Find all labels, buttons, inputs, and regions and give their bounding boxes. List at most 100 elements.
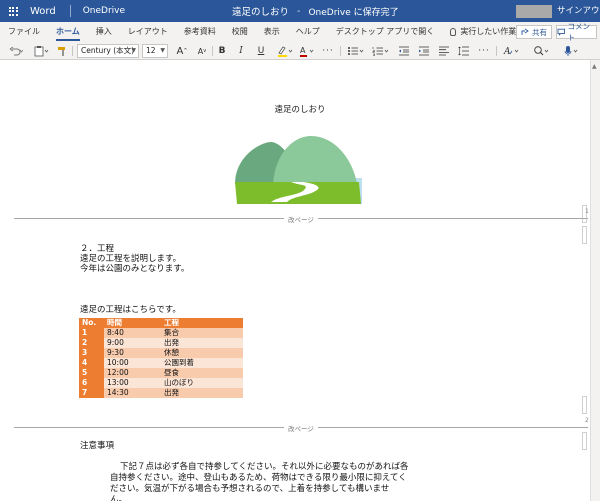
font-color-icon: A [300,46,314,57]
share-button[interactable]: 共有 [516,25,552,39]
status-dash: - [297,5,301,17]
onedrive-link[interactable]: OneDrive [83,6,125,16]
chevron-down-icon: ▼ [131,47,136,54]
document-title-text: 遠足のしおり [274,105,326,115]
row-step: 山のぼり [161,378,243,388]
ribbon-tabs: ファイル ホーム 挿入 レイアウト 参考資料 校閲 表示 ヘルプ デスクトップ … [0,22,600,42]
decrease-indent-icon [399,46,409,56]
font-name-select[interactable]: Century (本文) ▼ [77,44,139,58]
decrease-indent-button[interactable] [396,42,412,60]
numbering-button[interactable] [370,42,392,60]
align-left-icon [439,46,449,56]
line-spacing-icon [458,46,469,56]
table-row: 6 13:00 山のぼり [79,378,243,388]
document-status[interactable]: 遠足のしおり - OneDrive に保存完了 [232,0,399,22]
font-name-value: Century (本文) [81,46,135,55]
dictate-button[interactable] [562,42,582,60]
undo-icon [9,46,23,56]
row-time: 9:00 [104,338,161,348]
margin-marker [582,226,587,244]
highlight-button[interactable] [276,42,294,60]
find-button[interactable] [532,42,552,60]
scroll-up-icon[interactable]: ▲ [592,63,597,70]
row-step: 出発 [161,338,243,348]
section-heading: ２．工程 [80,244,115,254]
undo-button[interactable] [6,42,26,60]
notes-line-4: ん。 [110,495,128,501]
italic-button[interactable]: I [235,42,247,60]
tab-open-desktop-app[interactable]: デスクトップ アプリで開く [328,22,443,42]
comments-button[interactable]: コメント [556,22,597,42]
ribbon-divider [496,46,497,56]
signout-link[interactable]: サインアウト [557,0,600,38]
notes-heading: 注意事項 [80,441,115,451]
table-row: 5 12:00 昼食 [79,368,243,378]
line-spacing-button[interactable] [456,42,472,60]
search-icon [534,46,549,56]
row-step: 出発 [161,388,243,398]
styles-button[interactable]: A [502,42,522,60]
row-no: 1 [79,328,104,338]
styles-icon: A [503,47,519,57]
chevron-down-icon: ▼ [160,47,165,54]
app-launcher-icon[interactable] [0,0,26,22]
document-canvas[interactable]: ▲ 遠足のしおり 1 改ページ ２．工程 遠足の工程を説明します。 今年は公園の… [0,60,600,501]
title-separator [69,5,71,17]
align-left-button[interactable] [436,42,452,60]
row-time: 10:00 [104,358,161,368]
bullets-button[interactable] [345,42,367,60]
row-time: 13:00 [104,378,161,388]
increase-indent-button[interactable] [416,42,432,60]
document-title[interactable]: 遠足のしおり [232,4,289,18]
page-break-label: 改ページ [284,214,318,224]
row-no: 2 [79,338,104,348]
table-caption: 遠足の工程はこちらです。 [80,305,181,315]
table-row: 3 9:30 休憩 [79,348,243,358]
share-label: 共有 [532,27,547,37]
tab-insert[interactable]: 挿入 [88,22,120,42]
paste-button[interactable] [30,42,52,60]
row-step: 昼食 [161,368,243,378]
row-no: 4 [79,358,104,368]
app-name[interactable]: Word [30,6,56,17]
tab-references[interactable]: 参考資料 [176,22,224,42]
margin-marker [582,432,587,450]
numbering-icon [372,47,389,56]
intro-line-1: 遠足の工程を説明します。 [80,254,182,264]
notes-line-2: 自持参ください。途中、登山もあるため、荷物はできる限り最小限に抑えてく [110,473,407,483]
header-no: No. [79,318,104,328]
vertical-scrollbar[interactable] [590,60,600,501]
tab-layout[interactable]: レイアウト [120,22,176,42]
user-name-box[interactable] [516,5,552,18]
ribbon-commands: Century (本文) ▼ 12 ▼ A ^ Av B I U A ··· ··· … [0,42,600,60]
svg-text:A: A [503,47,511,57]
tab-home[interactable]: ホーム [48,22,88,42]
row-step: 公園到着 [161,358,243,368]
bold-button[interactable]: B [216,42,228,60]
font-color-button[interactable]: A [298,42,316,60]
grow-font-button[interactable]: A ^ [175,42,189,60]
tab-view[interactable]: 表示 [256,22,288,42]
row-time: 8:40 [104,328,161,338]
format-painter-button[interactable] [55,42,69,60]
tab-help[interactable]: ヘルプ [288,22,328,42]
grow-font-glyph: A [176,45,184,57]
ribbon-divider [212,46,213,56]
underline-button[interactable]: U [255,42,267,60]
row-no: 3 [79,348,104,358]
row-time: 9:30 [104,348,161,358]
intro-line-2: 今年は公園のみとなります。 [80,264,190,274]
row-no: 7 [79,388,104,398]
shrink-font-button[interactable]: Av [195,42,209,60]
ribbon-divider [340,46,341,56]
font-size-select[interactable]: 12 ▼ [142,44,168,58]
page-number-2: 2 [585,417,589,424]
tab-review[interactable]: 校閲 [224,22,256,42]
font-more-button[interactable]: ··· [320,42,336,60]
tab-file[interactable]: ファイル [0,22,48,42]
bullets-icon [348,47,364,55]
comment-icon [557,28,566,36]
row-step: 集合 [161,328,243,338]
lightbulb-icon [450,27,457,36]
paragraph-more-button[interactable]: ··· [476,42,492,60]
